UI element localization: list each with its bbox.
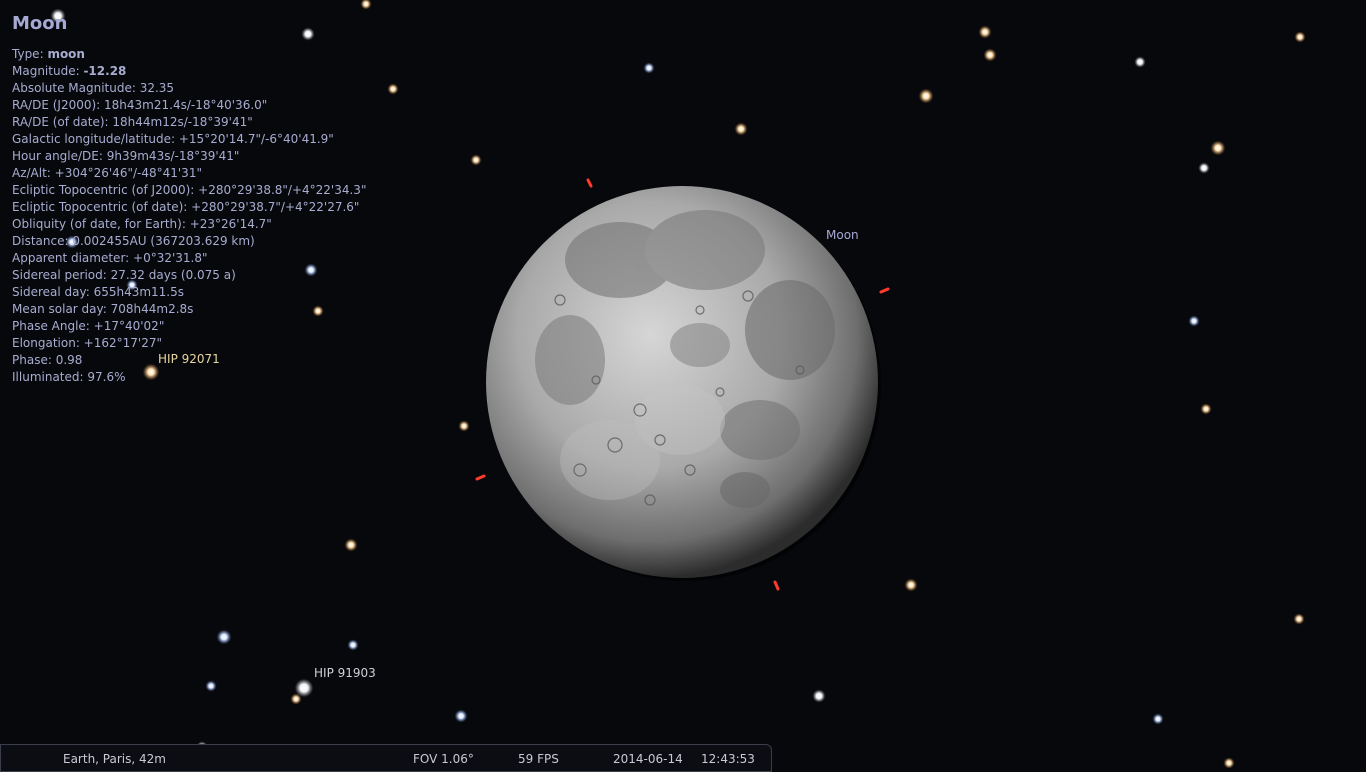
info-row: Ecliptic Topocentric (of date): +280°29'… xyxy=(12,200,360,214)
star[interactable] xyxy=(1294,31,1306,43)
time-text: 12:43:53 xyxy=(701,752,755,766)
fps-text: 59 FPS xyxy=(518,752,559,766)
star[interactable] xyxy=(812,689,826,703)
info-row: Obliquity (of date, for Earth): +23°26'1… xyxy=(12,217,272,231)
star[interactable] xyxy=(983,48,997,62)
star[interactable] xyxy=(734,122,748,136)
info-row: Az/Alt: +304°26'46"/-48°41'31" xyxy=(12,166,202,180)
info-type-label: Type: xyxy=(12,47,44,61)
star[interactable] xyxy=(978,25,992,39)
info-row: Hour angle/DE: 9h39m43s/-18°39'41" xyxy=(12,149,240,163)
date-text: 2014-06-14 xyxy=(613,752,683,766)
object-info-panel: Moon Type: moon Magnitude: -12.28 Absolu… xyxy=(12,12,366,386)
info-row: Phase: 0.98 xyxy=(12,353,83,367)
info-row: Absolute Magnitude: 32.35 xyxy=(12,81,175,95)
star[interactable] xyxy=(458,420,470,432)
info-type: Type: moon xyxy=(12,46,366,63)
star[interactable] xyxy=(904,578,918,592)
star[interactable] xyxy=(290,693,302,705)
moon-label[interactable]: Moon xyxy=(826,228,859,242)
info-row: Ecliptic Topocentric (of J2000): +280°29… xyxy=(12,183,367,197)
star[interactable] xyxy=(1198,162,1210,174)
info-row: Sidereal day: 655h43m11.5s xyxy=(12,285,185,299)
location-text: Earth, Paris, 42m xyxy=(63,752,166,766)
object-name: Moon xyxy=(12,13,68,34)
star[interactable] xyxy=(1223,757,1235,768)
info-magnitude-value: -12.28 xyxy=(83,64,127,78)
info-row: Mean solar day: 708h44m2.8s xyxy=(12,302,194,316)
info-row: Phase Angle: +17°40'02" xyxy=(12,319,165,333)
star[interactable] xyxy=(918,88,934,104)
info-magnitude-label: Magnitude: xyxy=(12,64,80,78)
info-row: Apparent diameter: +0°32'31.8" xyxy=(12,251,208,265)
moon-disc[interactable] xyxy=(486,186,881,581)
star[interactable] xyxy=(1188,315,1200,327)
info-row: RA/DE (of date): 18h44m12s/-18°39'41" xyxy=(12,115,253,129)
info-row: Illuminated: 97.6% xyxy=(12,370,126,384)
star-label-hip-91903[interactable]: HIP 91903 xyxy=(314,666,376,680)
info-type-value: moon xyxy=(47,47,85,61)
star[interactable] xyxy=(1152,713,1164,725)
star[interactable] xyxy=(1134,56,1146,68)
star[interactable] xyxy=(360,0,372,10)
star[interactable] xyxy=(1200,403,1212,415)
star[interactable] xyxy=(216,629,232,645)
star[interactable] xyxy=(643,62,655,74)
star[interactable] xyxy=(454,709,468,723)
info-row: RA/DE (J2000): 18h43m21.4s/-18°40'36.0" xyxy=(12,98,268,112)
star[interactable] xyxy=(470,154,482,166)
info-magnitude: Magnitude: -12.28 xyxy=(12,63,366,80)
star[interactable] xyxy=(387,83,399,95)
star[interactable] xyxy=(344,538,358,552)
star[interactable] xyxy=(205,680,217,692)
info-row: Elongation: +162°17'27" xyxy=(12,336,162,350)
star[interactable] xyxy=(1210,140,1226,156)
star[interactable] xyxy=(347,639,359,651)
info-row: Sidereal period: 27.32 days (0.075 a) xyxy=(12,268,236,282)
info-row: Distance: 0.002455AU (367203.629 km) xyxy=(12,234,255,248)
star[interactable] xyxy=(1293,613,1305,625)
info-row: Galactic longitude/latitude: +15°20'14.7… xyxy=(12,132,334,146)
fov-text: FOV 1.06° xyxy=(413,752,474,766)
